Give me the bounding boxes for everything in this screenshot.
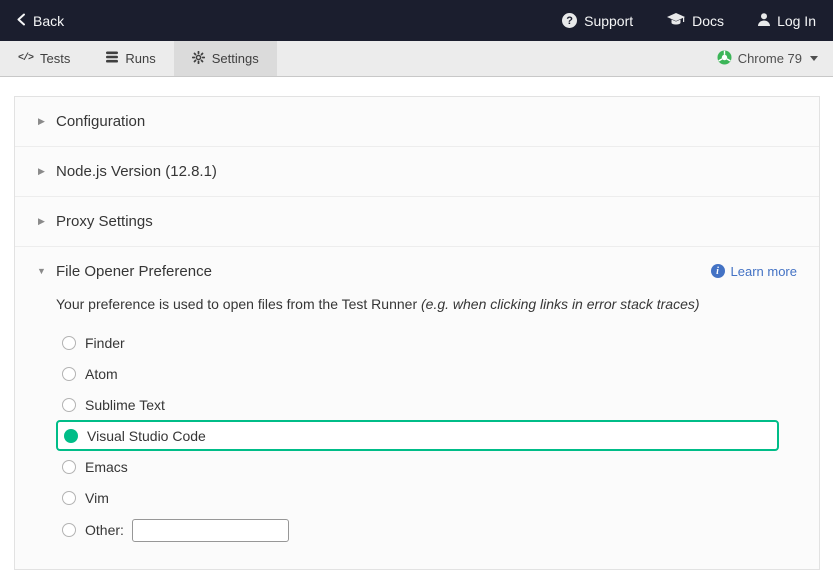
radio-icon[interactable] bbox=[62, 367, 76, 381]
radio-icon[interactable] bbox=[62, 398, 76, 412]
file-opener-description: Your preference is used to open files fr… bbox=[56, 295, 779, 327]
radio-label: Atom bbox=[85, 366, 118, 382]
learn-more-link[interactable]: i Learn more bbox=[711, 264, 797, 279]
radio-option-other[interactable]: Other: bbox=[56, 513, 779, 547]
radio-option-sublime-text[interactable]: Sublime Text bbox=[56, 389, 779, 420]
section-configuration[interactable]: ▶ Configuration bbox=[15, 97, 819, 147]
code-icon: </> bbox=[18, 53, 33, 64]
radio-label: Sublime Text bbox=[85, 397, 165, 413]
back-label: Back bbox=[33, 13, 64, 29]
top-nav-bar: Back ? Support Docs Log In bbox=[0, 0, 833, 41]
docs-label: Docs bbox=[692, 13, 724, 29]
section-title: Configuration bbox=[56, 113, 145, 130]
tab-settings-label: Settings bbox=[212, 51, 259, 66]
radio-label: Other: bbox=[85, 522, 124, 538]
tab-runs[interactable]: Runs bbox=[88, 41, 173, 76]
file-opener-body: Your preference is used to open files fr… bbox=[15, 295, 819, 547]
top-nav-right: ? Support Docs Log In bbox=[562, 13, 816, 29]
radio-option-atom[interactable]: Atom bbox=[56, 358, 779, 389]
caret-right-icon: ▶ bbox=[36, 166, 47, 177]
radio-label: Visual Studio Code bbox=[87, 428, 206, 444]
tab-tests[interactable]: </> Tests bbox=[0, 41, 88, 76]
radio-option-finder[interactable]: Finder bbox=[56, 327, 779, 358]
radio-label: Vim bbox=[85, 490, 109, 506]
section-title: Proxy Settings bbox=[56, 213, 153, 230]
radio-label: Emacs bbox=[85, 459, 128, 475]
graduation-cap-icon bbox=[667, 13, 685, 29]
tab-settings[interactable]: Settings bbox=[174, 41, 277, 76]
radio-icon[interactable] bbox=[62, 491, 76, 505]
browser-label: Chrome 79 bbox=[738, 51, 802, 66]
caret-down-icon: ▼ bbox=[36, 266, 47, 276]
chrome-icon bbox=[717, 50, 732, 68]
docs-link[interactable]: Docs bbox=[667, 13, 724, 29]
radio-option-vim[interactable]: Vim bbox=[56, 482, 779, 513]
section-file-opener[interactable]: ▼ File Opener Preference i Learn more bbox=[15, 247, 819, 295]
description-note: (e.g. when clicking links in error stack… bbox=[421, 296, 700, 312]
tab-runs-label: Runs bbox=[125, 51, 155, 66]
caret-right-icon: ▶ bbox=[36, 116, 47, 127]
settings-page: ▶ Configuration ▶ Node.js Version (12.8.… bbox=[0, 77, 833, 570]
radio-selected-icon[interactable] bbox=[64, 429, 78, 443]
radio-icon[interactable] bbox=[62, 460, 76, 474]
radio-option-emacs[interactable]: Emacs bbox=[56, 451, 779, 482]
radio-icon[interactable] bbox=[62, 523, 76, 537]
browser-selector[interactable]: Chrome 79 bbox=[717, 41, 833, 76]
login-label: Log In bbox=[777, 13, 816, 29]
question-circle-icon: ? bbox=[562, 13, 577, 28]
other-editor-input[interactable] bbox=[132, 519, 289, 542]
login-link[interactable]: Log In bbox=[758, 13, 816, 29]
gear-icon bbox=[192, 51, 205, 67]
section-proxy-settings[interactable]: ▶ Proxy Settings bbox=[15, 197, 819, 247]
user-icon bbox=[758, 13, 770, 29]
support-label: Support bbox=[584, 13, 633, 29]
learn-more-label: Learn more bbox=[731, 264, 797, 279]
database-icon bbox=[106, 51, 118, 66]
chevron-left-icon bbox=[17, 13, 25, 29]
section-nodejs-version[interactable]: ▶ Node.js Version (12.8.1) bbox=[15, 147, 819, 197]
back-button[interactable]: Back bbox=[17, 13, 64, 29]
tab-bar: </> Tests Runs Settings bbox=[0, 41, 833, 77]
chevron-down-icon bbox=[810, 56, 818, 61]
support-link[interactable]: ? Support bbox=[562, 13, 633, 29]
description-text: Your preference is used to open files fr… bbox=[56, 296, 421, 312]
radio-option-visual-studio-code[interactable]: Visual Studio Code bbox=[56, 420, 779, 451]
tab-tests-label: Tests bbox=[40, 51, 70, 66]
section-title: Node.js Version (12.8.1) bbox=[56, 163, 217, 180]
caret-right-icon: ▶ bbox=[36, 216, 47, 227]
section-title: File Opener Preference bbox=[56, 263, 212, 280]
info-icon: i bbox=[711, 264, 725, 278]
settings-card: ▶ Configuration ▶ Node.js Version (12.8.… bbox=[14, 96, 820, 570]
radio-label: Finder bbox=[85, 335, 125, 351]
radio-icon[interactable] bbox=[62, 336, 76, 350]
